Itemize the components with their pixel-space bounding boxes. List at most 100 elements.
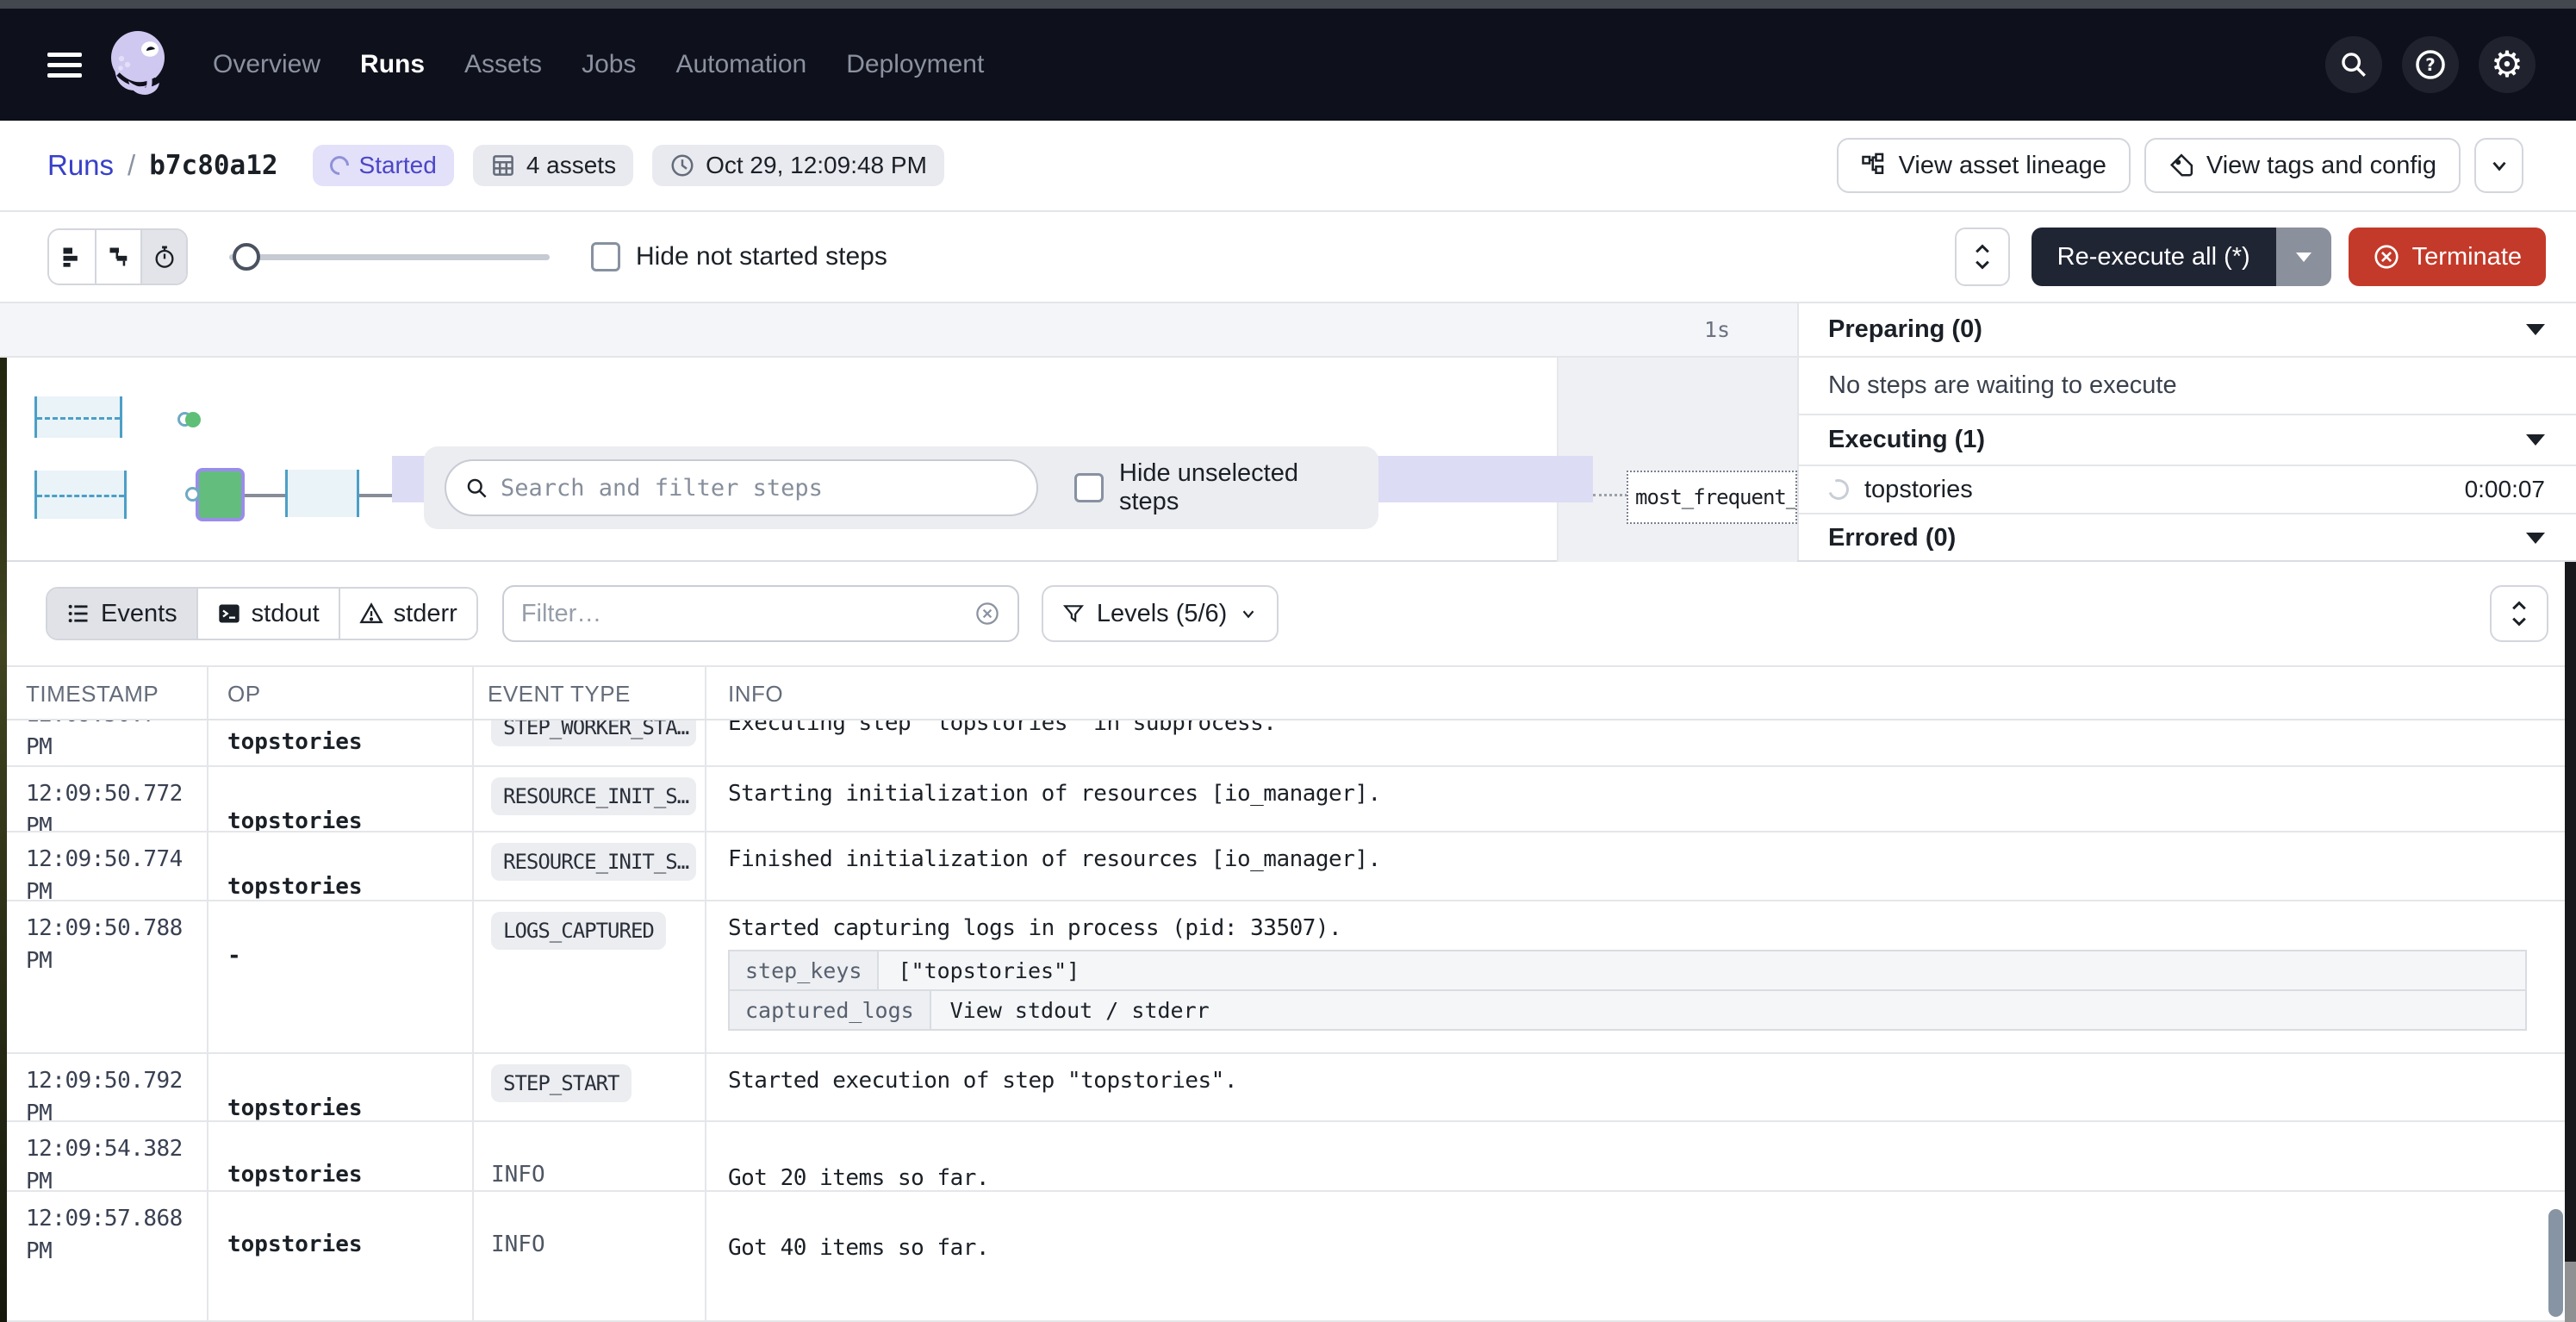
event-level-label: INFO (491, 1162, 545, 1188)
help-button[interactable]: ? (2402, 36, 2459, 93)
gantt-section: 1s most_frequent_ Hide unselected steps … (0, 303, 2576, 562)
view-asset-lineage-button[interactable]: View asset lineage (1837, 138, 2131, 193)
window-right-edge (2565, 562, 2576, 1322)
captured-logs-link[interactable]: View stdout / stderr (931, 991, 2525, 1029)
assets-count-badge[interactable]: 4 assets (473, 145, 633, 186)
waterfall-icon (107, 245, 131, 269)
grid-icon (490, 153, 516, 178)
panel-section-preparing[interactable]: Preparing (0) (1799, 303, 2576, 358)
gantt-zoom-slider[interactable] (229, 242, 550, 271)
hide-not-started-label: Hide not started steps (636, 242, 887, 271)
terminate-button[interactable]: Terminate (2349, 228, 2546, 286)
table-row[interactable]: 12:09:50.788PM - LOGS_CAPTURED Started c… (0, 901, 2576, 1054)
up-down-chevrons-icon (2507, 599, 2531, 628)
more-run-actions-button[interactable] (2474, 138, 2523, 193)
dependency-node-icon (185, 487, 200, 502)
gantt-step-dot[interactable] (177, 412, 207, 427)
nav-item-jobs[interactable]: Jobs (582, 50, 636, 79)
chevron-down-icon (2488, 154, 2511, 177)
view-tags-config-button[interactable]: View tags and config (2144, 138, 2461, 193)
clear-filter-icon[interactable] (974, 601, 1000, 627)
executing-step-row[interactable]: topstories 0:00:07 (1799, 466, 2576, 514)
levels-dropdown[interactable]: Levels (5/6) (1042, 585, 1279, 642)
nav-item-assets[interactable]: Assets (464, 50, 542, 79)
gantt-time-axis: 1s (0, 303, 1797, 358)
tab-stdout[interactable]: stdout (196, 589, 339, 639)
log-filter-box[interactable] (502, 585, 1019, 642)
breadcrumb-separator: / (128, 149, 135, 182)
dagster-logo-icon[interactable] (104, 28, 173, 102)
search-icon (2339, 50, 2368, 79)
events-table: TIMESTAMP OP EVENT TYPE INFO 12:09:50.7P… (0, 665, 2576, 1322)
reexecute-split-button: Re-execute all (*) (2032, 228, 2331, 286)
reexecute-all-button[interactable]: Re-execute all (*) (2032, 228, 2276, 286)
table-row[interactable]: 12:09:50.774PM topstories RESOURCE_INIT_… (0, 832, 2576, 901)
log-scrollbar-thumb[interactable] (2548, 1209, 2563, 1317)
section-caret-icon (2526, 434, 2545, 446)
reexecute-options-button[interactable] (2276, 228, 2331, 286)
section-caret-icon (2526, 324, 2545, 335)
clock-icon (669, 153, 695, 178)
nav-item-runs[interactable]: Runs (360, 50, 425, 79)
col-op: OP (227, 681, 261, 708)
gantt-view-mode-group (47, 228, 188, 285)
slider-track[interactable] (229, 254, 550, 260)
executing-step-name: topstories (1864, 476, 1973, 504)
view-mode-waterfall-button[interactable] (95, 230, 140, 284)
event-type-badge: RESOURCE_INIT_S… (491, 843, 696, 881)
gantt-step-selected-running[interactable] (196, 468, 245, 521)
help-icon: ? (2414, 48, 2447, 81)
log-sort-order-button[interactable] (2490, 585, 2548, 642)
table-row[interactable]: 12:09:50.772PM topstories RESOURCE_INIT_… (0, 767, 2576, 832)
events-toolbar: Events stdout stderr Levels (5/6) (0, 562, 2576, 665)
expand-collapse-panel-button[interactable] (1955, 228, 2010, 286)
col-info: INFO (728, 681, 783, 708)
dot-running-icon (185, 412, 201, 427)
col-event-type: EVENT TYPE (488, 681, 631, 708)
log-filter-input[interactable] (521, 600, 974, 628)
hide-not-started-checkbox[interactable] (591, 242, 620, 271)
slider-knob[interactable] (233, 243, 260, 271)
hide-unselected-checkbox[interactable] (1074, 473, 1104, 502)
table-row[interactable]: 12:09:50.7PM topstories STEP_WORKER_STA…… (0, 720, 2576, 767)
gantt-step-not-started[interactable] (34, 396, 122, 438)
event-type-badge: STEP_WORKER_STA… (491, 720, 696, 746)
nav-item-automation[interactable]: Automation (675, 50, 806, 79)
panel-section-errored[interactable]: Errored (0) (1799, 514, 2576, 561)
gantt-step-not-started[interactable] (285, 470, 359, 517)
table-row[interactable]: 12:09:50.792PM topstories STEP_START Sta… (0, 1054, 2576, 1122)
search-button[interactable] (2325, 36, 2382, 93)
window-corner (2565, 1262, 2576, 1322)
step-search-box[interactable] (445, 459, 1038, 516)
nav-item-overview[interactable]: Overview (213, 50, 320, 79)
tab-stderr[interactable]: stderr (339, 589, 476, 639)
event-level-label: INFO (491, 1232, 545, 1257)
breadcrumb-runs-link[interactable]: Runs (47, 149, 114, 182)
window-left-edge (0, 358, 7, 1322)
nav-item-deployment[interactable]: Deployment (846, 50, 984, 79)
gantt-step-not-started[interactable] (34, 471, 127, 519)
panel-section-executing[interactable]: Executing (1) (1799, 415, 2576, 466)
gantt-step-most-frequent[interactable]: most_frequent_ (1627, 471, 1797, 524)
table-row[interactable]: 12:09:57.868PM topstories INFO Got 40 it… (0, 1192, 2576, 1322)
event-type-badge: STEP_START (491, 1064, 632, 1102)
log-view-tabs: Events stdout stderr (46, 587, 478, 640)
step-search-input[interactable] (501, 475, 1017, 502)
menu-icon[interactable] (47, 47, 82, 84)
settings-button[interactable]: ⚙ (2479, 36, 2536, 93)
view-mode-flat-button[interactable] (49, 230, 95, 284)
executing-step-elapsed: 0:00:07 (2465, 476, 2545, 503)
tag-icon (2168, 153, 2194, 178)
step-spinner-icon (1825, 476, 1852, 503)
top-navbar: Overview Runs Assets Jobs Automation Dep… (0, 9, 2576, 121)
warning-triangle-icon (359, 602, 383, 626)
event-type-badge: RESOURCE_INIT_S… (491, 777, 696, 815)
metadata-key: step_keys (730, 951, 879, 989)
axis-tick-1s: 1s (1704, 317, 1730, 342)
table-row[interactable]: 12:09:54.382PM topstories INFO Got 20 it… (0, 1122, 2576, 1192)
view-mode-timed-button[interactable] (140, 230, 186, 284)
event-type-badge: LOGS_CAPTURED (491, 912, 666, 950)
event-metadata-table: step_keys ["topstories"] captured_logs V… (728, 951, 2527, 1031)
tab-events[interactable]: Events (47, 589, 196, 639)
search-icon (465, 477, 488, 500)
